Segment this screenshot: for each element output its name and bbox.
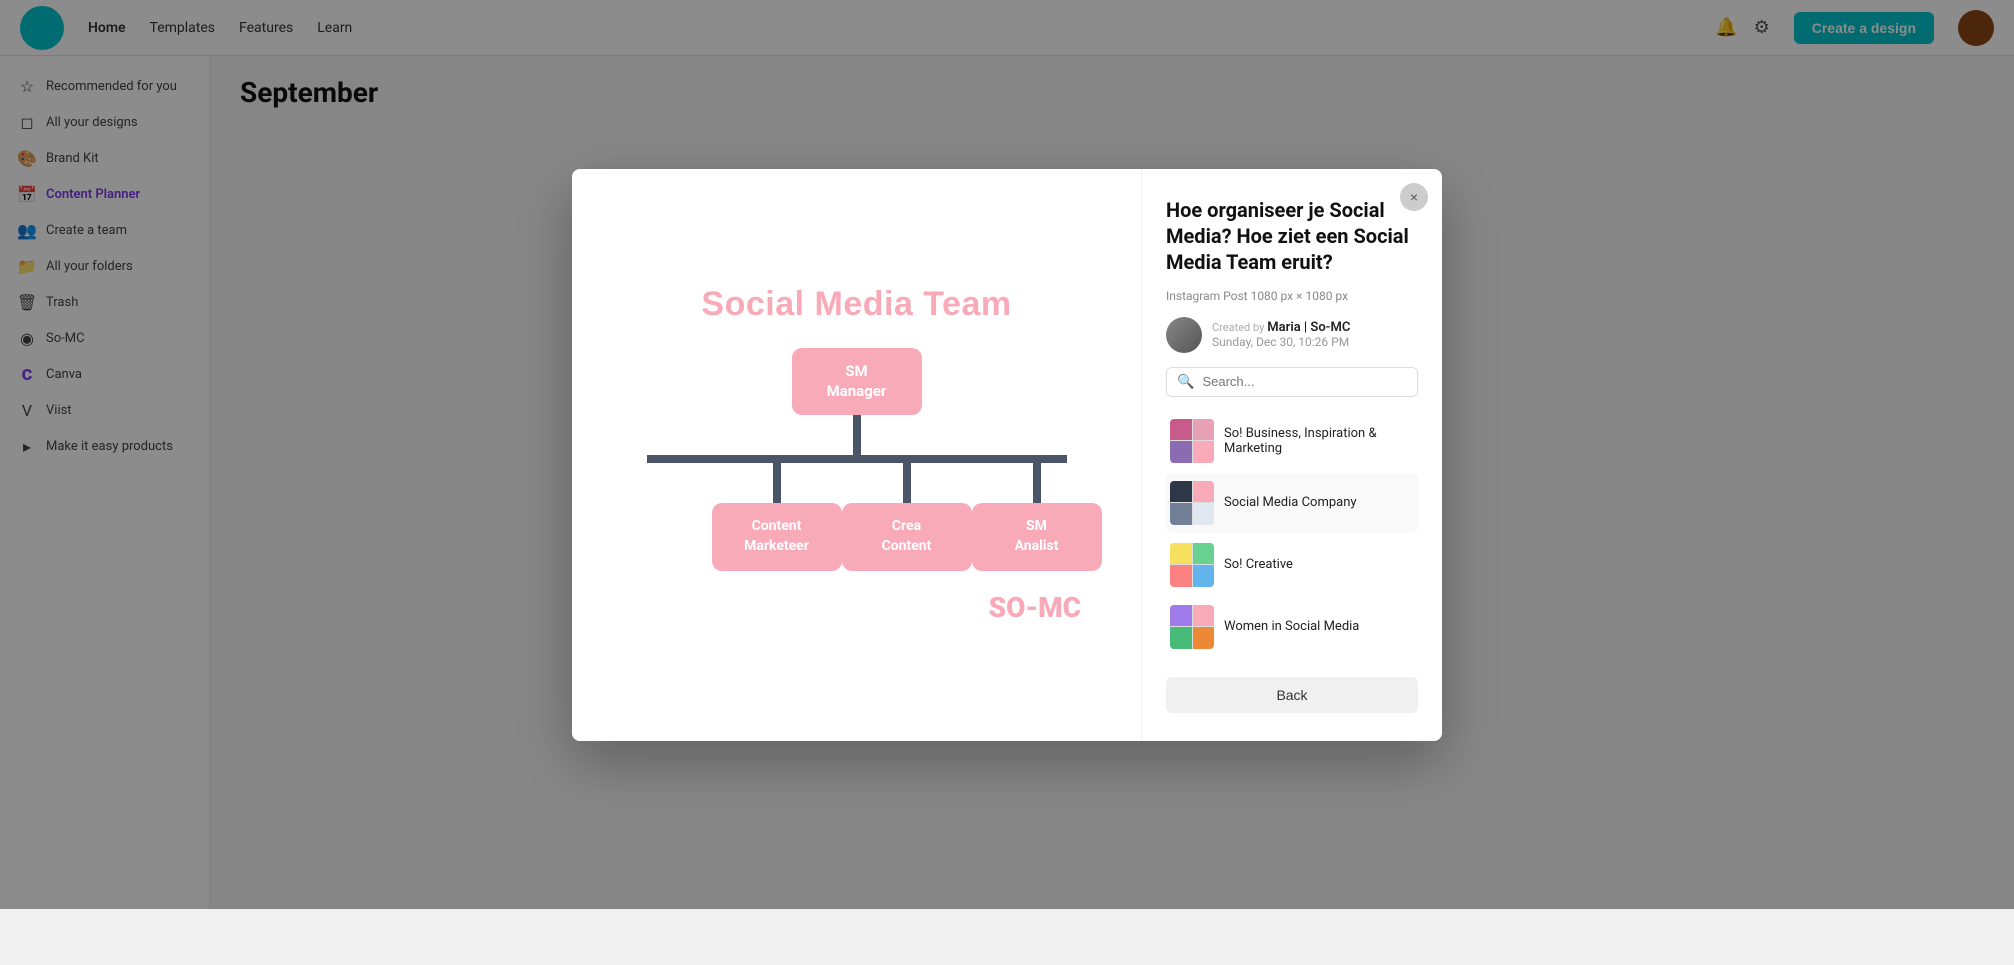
org-branch-3: SM Analist [972, 463, 1102, 570]
thumb-cell [1193, 419, 1215, 441]
org-branch-1: Content Marketeer [712, 463, 842, 570]
creator-info: Created by Maria | So-MC Sunday, Dec 30,… [1212, 320, 1350, 349]
org-connector-top [853, 415, 861, 455]
org-chart: SM Manager Content [602, 348, 1111, 570]
back-button[interactable]: Back [1166, 677, 1418, 713]
thumb-cell [1170, 503, 1192, 525]
thumb-cell [1170, 543, 1192, 565]
board-item-1[interactable]: So! Business, Inspiration & Marketing [1166, 411, 1418, 471]
thumb-cell [1193, 627, 1215, 649]
branch-connector-2 [903, 463, 911, 503]
board-thumb-4 [1170, 605, 1214, 649]
board-thumb-3 [1170, 543, 1214, 587]
creator-name: Maria | So-MC [1267, 320, 1350, 335]
org-box-content-marketeer: Content Marketeer [712, 503, 842, 570]
creator-avatar [1166, 317, 1202, 353]
thumb-cell [1193, 481, 1215, 503]
board-thumb-2 [1170, 481, 1214, 525]
diagram-brand: SO-MC [592, 591, 1101, 624]
modal: × Social Media Team SM Manager [572, 169, 1442, 741]
modal-meta: Instagram Post 1080 px × 1080 px [1166, 289, 1418, 303]
branch-connector-1 [773, 463, 781, 503]
board-label-3: So! Creative [1224, 557, 1293, 572]
diagram: Social Media Team SM Manager [602, 285, 1111, 623]
board-label-4: Women in Social Media [1224, 619, 1359, 634]
board-item-3[interactable]: So! Creative [1166, 535, 1418, 595]
thumb-cell [1170, 605, 1192, 627]
modal-overlay[interactable]: × Social Media Team SM Manager [0, 0, 2014, 909]
thumb-cell [1170, 565, 1192, 587]
modal-preview: Social Media Team SM Manager [572, 169, 1142, 741]
board-thumb-1 [1170, 419, 1214, 463]
org-horizontal-bar [647, 455, 1067, 463]
thumb-cell [1193, 565, 1215, 587]
thumb-cell [1193, 503, 1215, 525]
board-label-2: Social Media Company [1224, 495, 1357, 510]
org-h-container: Content Marketeer Crea Content [647, 455, 1067, 570]
thumb-cell [1170, 419, 1192, 441]
modal-close-button[interactable]: × [1400, 183, 1428, 211]
branch-connector-3 [1033, 463, 1041, 503]
thumb-cell [1170, 627, 1192, 649]
org-branch-2: Crea Content [842, 463, 972, 570]
search-box[interactable]: 🔍 [1166, 367, 1418, 397]
creator-row: Created by Maria | So-MC Sunday, Dec 30,… [1166, 317, 1418, 353]
board-label-1: So! Business, Inspiration & Marketing [1224, 426, 1414, 456]
modal-info-panel: Hoe organiseer je Social Media? Hoe ziet… [1142, 169, 1442, 741]
search-icon: 🔍 [1177, 374, 1194, 390]
board-item-2[interactable]: Social Media Company [1166, 473, 1418, 533]
board-list: So! Business, Inspiration & Marketing So… [1166, 411, 1418, 657]
creator-date: Sunday, Dec 30, 10:26 PM [1212, 335, 1350, 349]
org-top-box: SM Manager [792, 348, 922, 415]
search-input[interactable] [1202, 374, 1407, 389]
diagram-title: Social Media Team [701, 285, 1011, 324]
board-item-4[interactable]: Women in Social Media [1166, 597, 1418, 657]
thumb-cell [1193, 543, 1215, 565]
org-branches: Content Marketeer Crea Content [647, 463, 1067, 570]
thumb-cell [1193, 605, 1215, 627]
org-box-crea-content: Crea Content [842, 503, 972, 570]
org-box-sm-analist: SM Analist [972, 503, 1102, 570]
modal-heading: Hoe organiseer je Social Media? Hoe ziet… [1166, 197, 1418, 275]
thumb-cell [1170, 481, 1192, 503]
thumb-cell [1193, 441, 1215, 463]
thumb-cell [1170, 441, 1192, 463]
